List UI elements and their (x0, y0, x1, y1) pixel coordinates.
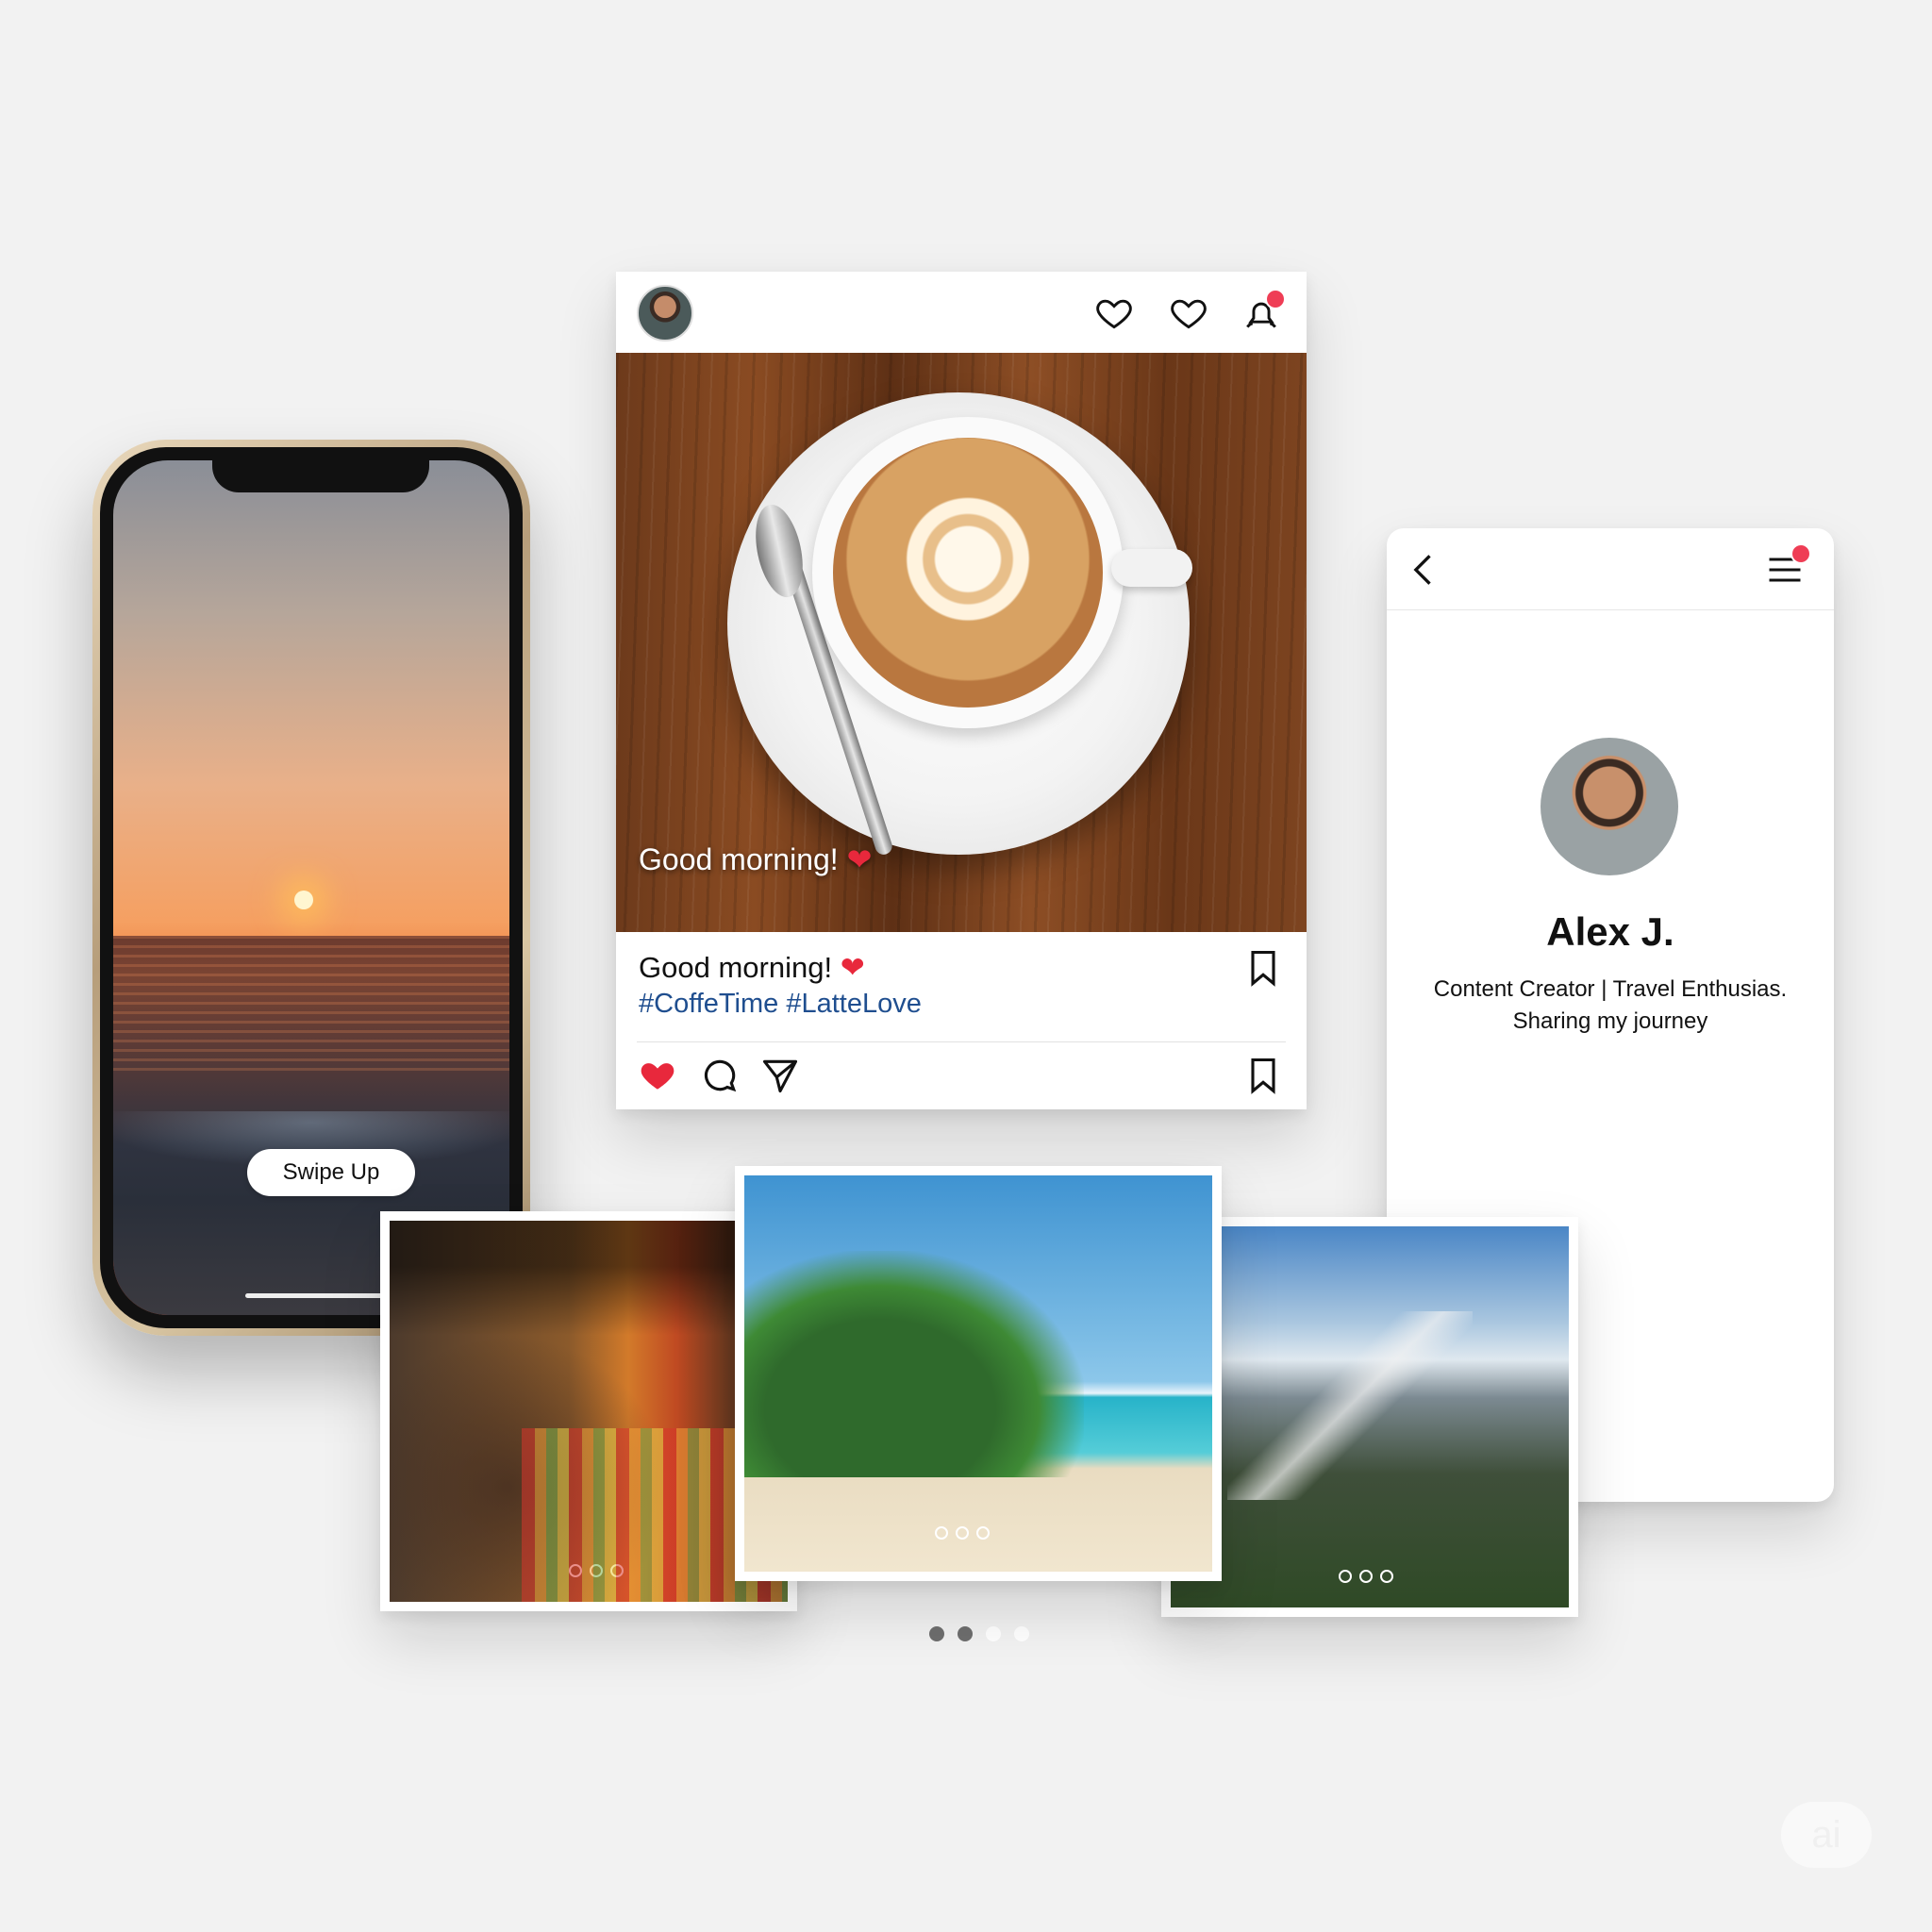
post-card: Good morning! ❤ Good morning! ❤ #CoffeTi… (616, 272, 1307, 1109)
coffee-cup (812, 417, 1124, 728)
carousel-dot[interactable] (590, 1564, 603, 1577)
profile-name: Alex J. (1546, 909, 1674, 954)
gallery-card-beach[interactable] (735, 1166, 1222, 1581)
bookmark-icon[interactable] (1242, 947, 1284, 989)
post-author-avatar[interactable] (637, 285, 693, 341)
sunset-sun (294, 891, 313, 909)
profile-top-bar (1387, 528, 1834, 610)
carousel-dots (569, 1564, 624, 1577)
carousel-dots (1339, 1570, 1393, 1583)
save-bookmark-icon[interactable] (1242, 1055, 1284, 1096)
back-chevron-icon[interactable] (1404, 549, 1445, 591)
notification-badge (1265, 289, 1286, 309)
page-dot[interactable] (986, 1626, 1001, 1641)
menu-badge (1790, 543, 1811, 564)
carousel-dot[interactable] (1339, 1570, 1352, 1583)
profile-bio-line2: Sharing my journey (1512, 1008, 1708, 1034)
post-hashtags[interactable]: #CoffeTime #LatteLove (639, 989, 922, 1020)
page-dot[interactable] (958, 1626, 973, 1641)
carousel-dot[interactable] (976, 1526, 990, 1540)
post-photo-latte[interactable]: Good morning! ❤ (616, 353, 1307, 932)
heart-icon[interactable] (1168, 292, 1209, 334)
carousel-dot[interactable] (1359, 1570, 1373, 1583)
post-caption-text: Good morning! (639, 951, 833, 984)
phone-notch (212, 460, 429, 492)
photo-overlay-caption: Good morning! ❤ (639, 841, 872, 877)
home-indicator[interactable] (245, 1293, 387, 1298)
post-caption: Good morning! ❤ (639, 951, 865, 985)
phone-screen: Swipe Up (113, 460, 509, 1315)
share-send-icon[interactable] (759, 1055, 801, 1096)
phone-bezel: Swipe Up (100, 447, 523, 1328)
comment-icon[interactable] (699, 1055, 741, 1096)
caption-divider (637, 1041, 1286, 1042)
cup-handle (1111, 549, 1192, 587)
heart-icon[interactable] (1093, 292, 1135, 334)
market-photo (390, 1221, 788, 1602)
profile-bio-line1: Content Creator | Travel Enthusias. (1433, 976, 1788, 1002)
page-dot[interactable] (1014, 1626, 1029, 1641)
notification-bell-icon[interactable] (1241, 289, 1286, 334)
page-indicator (929, 1626, 1029, 1641)
overlay-caption-text: Good morning! (639, 842, 839, 876)
post-caption-area: Good morning! ❤ #CoffeTime #LatteLove (616, 932, 1307, 1109)
carousel-dot[interactable] (569, 1564, 582, 1577)
heart-emoji-icon: ❤ (846, 842, 873, 876)
menu-icon[interactable] (1764, 543, 1811, 591)
heart-emoji-icon: ❤ (840, 951, 865, 984)
carousel-dot[interactable] (610, 1564, 624, 1577)
carousel-dots (935, 1526, 990, 1540)
swipe-up-button[interactable]: Swipe Up (247, 1149, 415, 1196)
phone-mockup: Swipe Up (92, 440, 530, 1336)
profile-bio: Content Creator | Travel Enthusias. Shar… (1387, 974, 1834, 1038)
beach-photo (744, 1175, 1212, 1572)
carousel-dot[interactable] (935, 1526, 948, 1540)
profile-avatar[interactable] (1541, 738, 1678, 875)
carousel-dot[interactable] (1380, 1570, 1393, 1583)
post-header (616, 272, 1307, 353)
mountain-photo (1171, 1226, 1569, 1607)
latte-art (833, 438, 1103, 708)
carousel-dot[interactable] (956, 1526, 969, 1540)
ai-watermark: ai (1781, 1802, 1872, 1868)
like-heart-icon[interactable] (637, 1055, 678, 1096)
gallery-card-mountains[interactable] (1161, 1217, 1578, 1617)
page-dot[interactable] (929, 1626, 944, 1641)
